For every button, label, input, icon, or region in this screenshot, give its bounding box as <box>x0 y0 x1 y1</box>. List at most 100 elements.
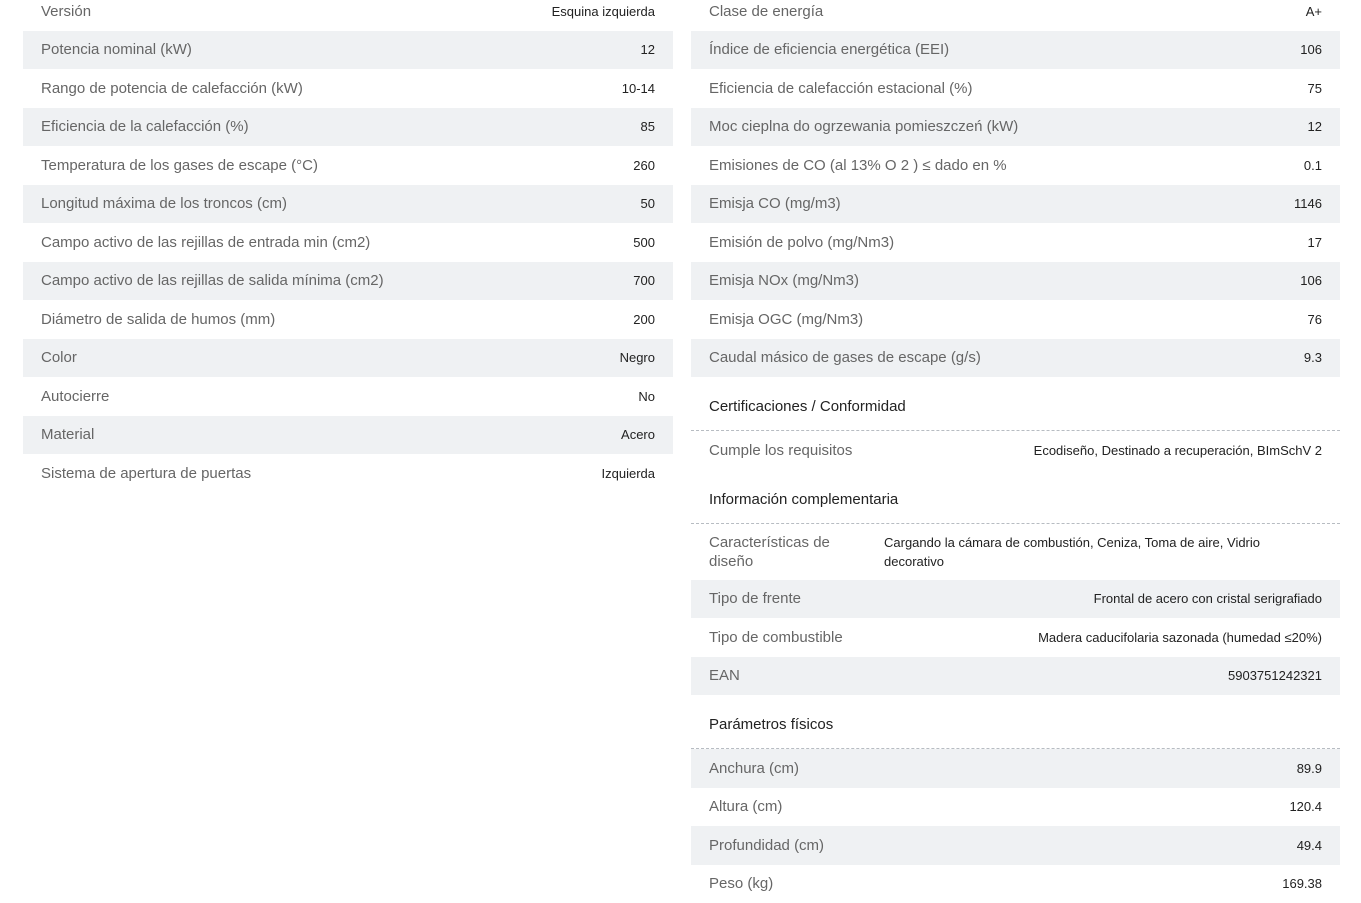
spec-label: Índice de eficiencia energética (EEI) <box>709 41 949 58</box>
spec-label: EAN <box>709 667 740 684</box>
spec-value: 169.38 <box>1282 876 1322 891</box>
spec-label: Campo activo de las rejillas de salida m… <box>41 272 384 289</box>
spec-label: Profundidad (cm) <box>709 837 824 854</box>
spec-row: EAN 5903751242321 <box>691 657 1340 696</box>
spec-value: 75 <box>1308 81 1322 96</box>
spec-value: 76 <box>1308 312 1322 327</box>
spec-label: Caudal másico de gases de escape (g/s) <box>709 349 981 366</box>
spec-value: Izquierda <box>602 466 655 481</box>
spec-value: No <box>638 389 655 404</box>
spec-value: 50 <box>641 196 655 211</box>
spec-label: Potencia nominal (kW) <box>41 41 192 58</box>
spec-value: 9.3 <box>1304 350 1322 365</box>
spec-label: Emisja OGC (mg/Nm3) <box>709 311 863 328</box>
spec-label: Clase de energía <box>709 3 823 20</box>
spec-label: Emisiones de CO (al 13% O 2 ) ≤ dado en … <box>709 157 1007 174</box>
spec-value: 200 <box>633 312 655 327</box>
spec-row: Tipo de combustible Madera caducifolaria … <box>691 618 1340 657</box>
spec-row: Color Negro <box>23 339 673 378</box>
spec-label: Emisja CO (mg/m3) <box>709 195 841 212</box>
spec-value: 10-14 <box>622 81 655 96</box>
spec-row: Temperatura de los gases de escape (°C) 2… <box>23 146 673 185</box>
spec-row: Material Acero <box>23 416 673 455</box>
spec-row: Rango de potencia de calefacción (kW) 10-… <box>23 69 673 108</box>
spec-label: Diámetro de salida de humos (mm) <box>41 311 275 328</box>
spec-value: 1146 <box>1294 196 1322 211</box>
spec-label: Anchura (cm) <box>709 760 799 777</box>
spec-label: Temperatura de los gases de escape (°C) <box>41 157 318 174</box>
spec-row: Profundidad (cm) 49.4 <box>691 826 1340 865</box>
spec-row: Moc cieplna do ogrzewania pomieszczeń (k… <box>691 108 1340 147</box>
spec-value: A+ <box>1306 4 1322 19</box>
spec-label: Eficiencia de calefacción estacional (%) <box>709 80 972 97</box>
spec-value: 106 <box>1300 273 1322 288</box>
spec-value: Acero <box>621 427 655 442</box>
spec-value: 85 <box>641 119 655 134</box>
spec-label: Material <box>41 426 94 443</box>
spec-label: Moc cieplna do ogrzewania pomieszczeń (k… <box>709 118 1018 135</box>
spec-label: Peso (kg) <box>709 875 773 892</box>
spec-label: Emisja NOx (mg/Nm3) <box>709 272 859 289</box>
spec-value: 12 <box>641 42 655 57</box>
spec-label: Tipo de frente <box>709 590 801 607</box>
spec-row: Campo activo de las rejillas de salida m… <box>23 262 673 301</box>
spec-row: Emisja NOx (mg/Nm3) 106 <box>691 262 1340 301</box>
spec-row: Emisión de polvo (mg/Nm3)17 <box>691 223 1340 262</box>
spec-value: 500 <box>633 235 655 250</box>
spec-row: Eficiencia de calefacción estacional (%)… <box>691 69 1340 108</box>
spec-row: Versión Esquina izquierda <box>23 0 673 31</box>
spec-row: Tipo de frente Frontal de acero con crist… <box>691 580 1340 619</box>
spec-value: 120.4 <box>1289 799 1322 814</box>
spec-row: Características de diseño Cargando la cám… <box>691 524 1340 580</box>
spec-label: Longitud máxima de los troncos (cm) <box>41 195 287 212</box>
spec-row: Sistema de apertura de puertas Izquierda <box>23 454 673 493</box>
spec-value: Frontal de acero con cristal serigrafiad… <box>1094 591 1322 606</box>
spec-value: Madera caducifolaria sazonada (humedad ≤… <box>1038 630 1322 645</box>
spec-row: Potencia nominal (kW) 12 <box>23 31 673 70</box>
spec-row: Diámetro de salida de humos (mm) 200 <box>23 300 673 339</box>
spec-label: Autocierre <box>41 388 109 405</box>
spec-label: Versión <box>41 3 91 20</box>
spec-row: Anchura (cm) 89.9 <box>691 749 1340 788</box>
spec-row: Emisja CO (mg/m3) 1146 <box>691 185 1340 224</box>
spec-label: Sistema de apertura de puertas <box>41 465 251 482</box>
spec-label: Emisión de polvo (mg/Nm3) <box>709 234 894 251</box>
spec-label: Campo activo de las rejillas de entrada … <box>41 234 370 251</box>
spec-value: 5903751242321 <box>1228 668 1322 683</box>
spec-label: Características de diseño <box>709 533 859 571</box>
spec-label: Eficiencia de la calefacción (%) <box>41 118 249 135</box>
spec-row: Emisja OGC (mg/Nm3) 76 <box>691 300 1340 339</box>
spec-row: Cumple los requisitos Ecodiseño, Destinad… <box>691 431 1340 470</box>
spec-row: Campo activo de las rejillas de entrada … <box>23 223 673 262</box>
spec-value: Esquina izquierda <box>552 4 655 19</box>
specs-left-column: Versión Esquina izquierda Potencia nomina… <box>23 0 673 493</box>
spec-row: Clase de energía A+ <box>691 0 1340 31</box>
spec-row: Peso (kg) 169.38 <box>691 865 1340 903</box>
section-title-certifications: Certificaciones / Conformidad <box>691 377 1340 431</box>
spec-row: Índice de eficiencia energética (EEI) 106 <box>691 31 1340 70</box>
spec-row: Autocierre No <box>23 377 673 416</box>
spec-value: Ecodiseño, Destinado a recuperación, BIm… <box>1034 443 1322 458</box>
spec-label: Rango de potencia de calefacción (kW) <box>41 80 303 97</box>
spec-value: 89.9 <box>1297 761 1322 776</box>
specs-right-column: Clase de energía A+ Índice de eficiencia … <box>691 0 1340 903</box>
spec-row: Emisiones de CO (al 13% O 2 ) ≤ dado en … <box>691 146 1340 185</box>
spec-row: Caudal másico de gases de escape (g/s) 9.… <box>691 339 1340 378</box>
spec-value: 700 <box>633 273 655 288</box>
spec-value: Negro <box>620 350 655 365</box>
spec-value: 260 <box>633 158 655 173</box>
spec-value: 0.1 <box>1304 158 1322 173</box>
section-title-complementary: Información complementaria <box>691 470 1340 524</box>
section-title-physical: Parámetros físicos <box>691 695 1340 749</box>
spec-row: Altura (cm) 120.4 <box>691 788 1340 827</box>
spec-value: Cargando la cámara de combustión, Ceniza… <box>884 533 1322 571</box>
spec-label: Altura (cm) <box>709 798 782 815</box>
spec-value: 106 <box>1300 42 1322 57</box>
spec-row: Longitud máxima de los troncos (cm) 50 <box>23 185 673 224</box>
spec-label: Tipo de combustible <box>709 629 843 646</box>
spec-value: 49.4 <box>1297 838 1322 853</box>
spec-row: Eficiencia de la calefacción (%) 85 <box>23 108 673 147</box>
spec-label: Cumple los requisitos <box>709 442 852 459</box>
spec-label: Color <box>41 349 77 366</box>
spec-value: 12 <box>1308 119 1322 134</box>
